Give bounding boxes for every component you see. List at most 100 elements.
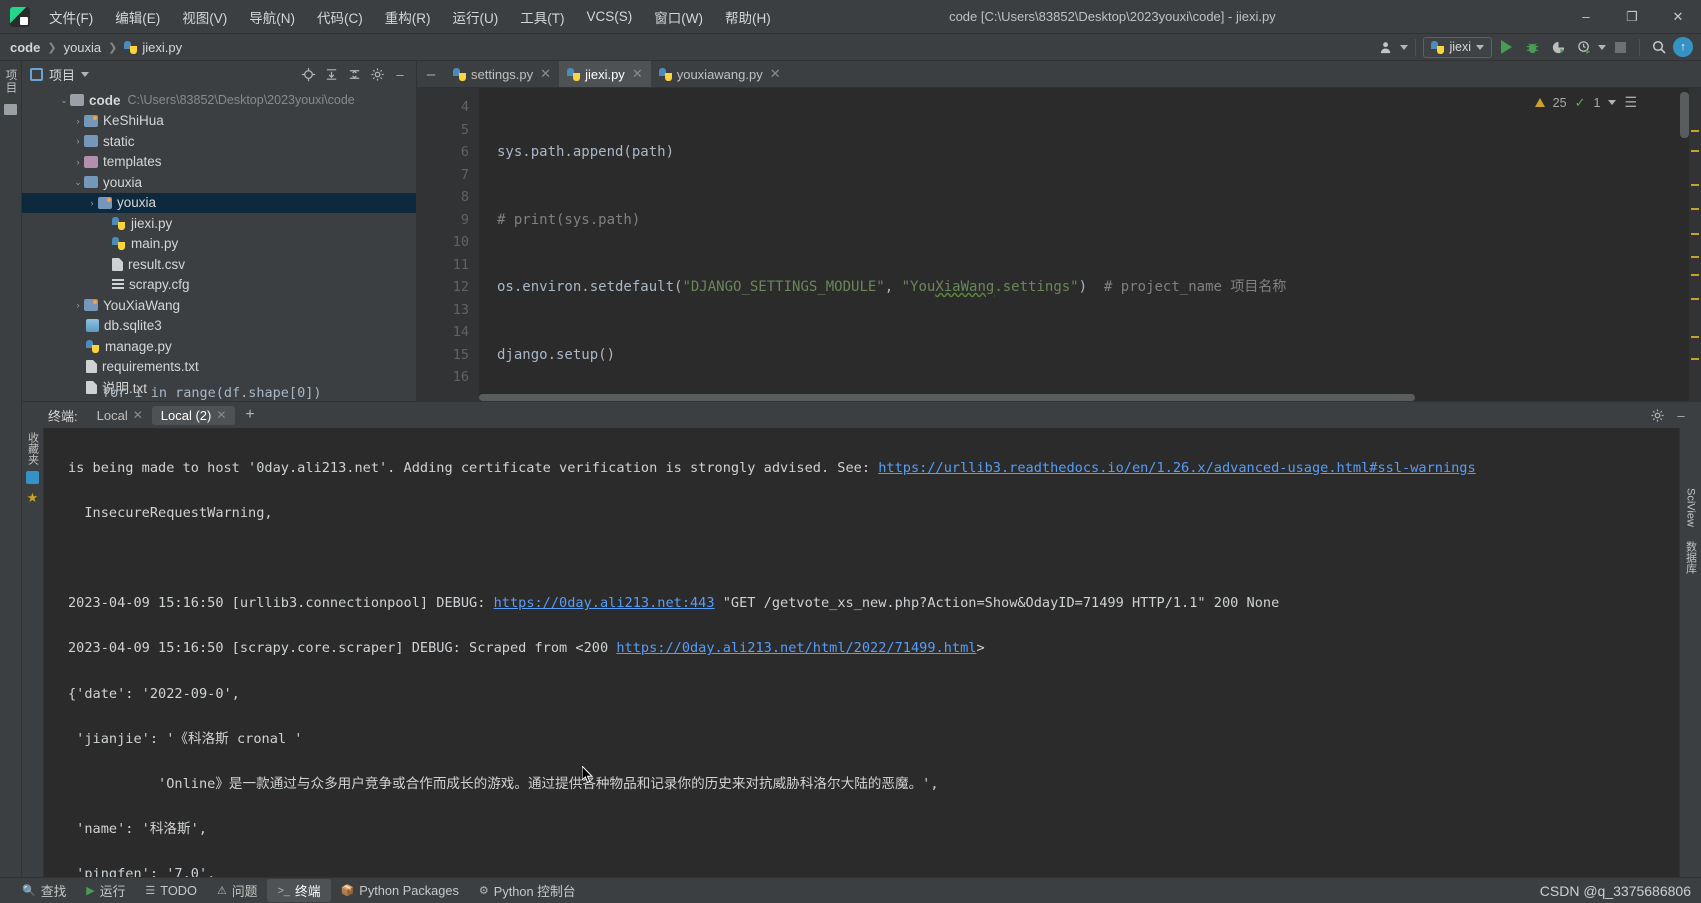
tab-youxiawang-py[interactable]: youxiawang.py ✕ [651, 61, 789, 87]
project-panel: 项目 – ⌄ code C:\Users\83852\Desktop\2023y… [22, 61, 417, 401]
tree-node-youxiawang[interactable]: › YouXiaWang [22, 295, 416, 316]
stop-button[interactable] [1608, 36, 1632, 58]
debug-button[interactable] [1520, 36, 1544, 58]
profile-chevron-down-icon[interactable] [1598, 44, 1606, 50]
run-with-coverage-button[interactable] [1546, 36, 1570, 58]
strip-database-label[interactable]: 数据库 [1683, 541, 1699, 574]
tree-node-youxia[interactable]: ⌄ youxia [22, 172, 416, 193]
database-file-icon [86, 319, 99, 333]
code-area[interactable]: 25 ✓ 1 ☰ 4 5 6 7 8 9 10 11 12 13 14 15 1… [417, 88, 1701, 401]
tree-node-requirements-txt[interactable]: requirements.txt [22, 357, 416, 378]
editor-marker-bar[interactable] [1689, 88, 1701, 401]
tree-node-manage-py[interactable]: manage.py [22, 336, 416, 357]
tree-node-youxia-inner[interactable]: › youxia [22, 192, 416, 213]
strip-structure-icon[interactable] [26, 471, 39, 484]
close-button[interactable]: ✕ [1655, 0, 1701, 34]
close-tab-icon[interactable]: ✕ [770, 66, 781, 82]
status-todo[interactable]: ☰ TODO [135, 881, 207, 900]
status-python-packages[interactable]: 📦 Python Packages [331, 881, 469, 900]
settings-gear-icon[interactable] [367, 65, 387, 85]
maximize-button[interactable]: ❐ [1609, 0, 1655, 34]
collapse-editor-icon[interactable]: – [417, 61, 445, 87]
tree-node-code[interactable]: ⌄ code C:\Users\83852\Desktop\2023youxi\… [22, 90, 416, 111]
star-icon[interactable]: ★ [27, 490, 39, 506]
gear-icon[interactable] [1647, 405, 1667, 425]
chevron-right-icon[interactable]: › [72, 116, 84, 126]
tree-node-db-sqlite3[interactable]: db.sqlite3 [22, 316, 416, 337]
breadcrumb-root[interactable]: code [10, 40, 40, 55]
menu-run[interactable]: 运行(U) [442, 3, 510, 31]
inspection-settings-icon[interactable]: ☰ [1624, 94, 1637, 111]
menu-tools[interactable]: 工具(T) [509, 3, 575, 31]
menu-file[interactable]: 文件(F) [38, 3, 104, 31]
scrollbar-thumb[interactable] [1680, 92, 1689, 138]
terminal-link[interactable]: https://urllib3.readthedocs.io/en/1.26.x… [878, 460, 1475, 476]
terminal-output[interactable]: is being made to host '0day.ali213.net'.… [44, 428, 1679, 877]
profile-button[interactable] [1572, 36, 1596, 58]
code-text[interactable]: sys.path.append(path) # print(sys.path) … [479, 88, 1701, 401]
minimize-button[interactable]: – [1563, 0, 1609, 34]
chevron-right-icon[interactable]: › [72, 157, 84, 167]
menu-navigate[interactable]: 导航(N) [238, 3, 306, 31]
chevron-down-icon[interactable]: ⌄ [72, 177, 84, 188]
hide-panel-icon[interactable]: – [390, 65, 410, 85]
status-python-console[interactable]: ⚙ Python 控制台 [469, 879, 586, 902]
search-everywhere-button[interactable] [1647, 36, 1671, 58]
editor-horizontal-scrollbar[interactable] [479, 394, 1679, 401]
collapse-all-icon[interactable] [344, 65, 364, 85]
editor-vertical-scrollbar[interactable] [1680, 88, 1689, 401]
tree-node-jiexi-py[interactable]: jiexi.py [22, 213, 416, 234]
terminal-icon: >_ [277, 884, 290, 897]
status-terminal[interactable]: >_ 终端 [267, 879, 331, 902]
tab-settings-py[interactable]: settings.py ✕ [445, 61, 559, 87]
project-chevron-down-icon[interactable] [81, 72, 90, 77]
chevron-right-icon[interactable]: › [72, 136, 84, 146]
status-run[interactable]: ▶ 运行 [76, 879, 135, 902]
tree-node-main-py[interactable]: main.py [22, 234, 416, 255]
chevron-right-icon[interactable]: › [86, 198, 98, 208]
pycharm-window: 文件(F) 编辑(E) 视图(V) 导航(N) 代码(C) 重构(R) 运行(U… [0, 0, 1701, 903]
chevron-right-icon[interactable]: › [72, 300, 84, 310]
close-terminal-tab-icon[interactable]: ✕ [133, 408, 143, 422]
tree-node-scrapy-cfg[interactable]: scrapy.cfg [22, 275, 416, 296]
tree-node-result-csv[interactable]: result.csv [22, 254, 416, 275]
strip-favorites-label[interactable]: 收藏夹 [25, 432, 41, 465]
strip-folder-icon[interactable] [4, 104, 17, 115]
account-chevron-down-icon[interactable] [1400, 44, 1409, 50]
terminal-link[interactable]: https://0day.ali213.net/html/2022/71499.… [616, 640, 976, 656]
new-terminal-tab-button[interactable]: + [235, 406, 264, 424]
run-button[interactable] [1494, 36, 1518, 58]
user-account-button[interactable] [1374, 36, 1398, 58]
terminal-tab-local[interactable]: Local ✕ [88, 406, 152, 425]
menu-vcs[interactable]: VCS(S) [576, 5, 644, 28]
tree-node-keshihua[interactable]: › KeShiHua [22, 111, 416, 132]
scrollbar-thumb-h[interactable] [479, 394, 1415, 401]
update-project-button[interactable]: ↑ [1673, 37, 1693, 57]
tree-node-templates[interactable]: › templates [22, 152, 416, 173]
status-search[interactable]: 🔍 查找 [12, 879, 76, 902]
menu-edit[interactable]: 编辑(E) [104, 3, 171, 31]
locate-icon[interactable] [298, 65, 318, 85]
close-tab-icon[interactable]: ✕ [632, 66, 643, 82]
tree-node-static[interactable]: › static [22, 131, 416, 152]
inspection-chevron-down-icon[interactable] [1608, 100, 1617, 105]
strip-project-label[interactable]: 项目 [3, 69, 19, 94]
close-terminal-tab-icon[interactable]: ✕ [216, 408, 226, 422]
terminal-link[interactable]: https://0day.ali213.net:443 [494, 595, 715, 611]
folder-icon [84, 135, 98, 148]
menu-code[interactable]: 代码(C) [306, 3, 374, 31]
breadcrumb-file[interactable]: jiexi.py [142, 40, 182, 55]
terminal-tab-local-2[interactable]: Local (2) ✕ [151, 405, 236, 425]
menu-view[interactable]: 视图(V) [171, 3, 238, 31]
minimize-icon[interactable]: – [1671, 405, 1691, 425]
strip-sciview-label[interactable]: SciView [1685, 488, 1697, 527]
menu-refactor[interactable]: 重构(R) [374, 3, 442, 31]
status-problems[interactable]: ⚠ 问题 [207, 879, 267, 902]
tab-jiexi-py[interactable]: jiexi.py ✕ [559, 61, 651, 87]
chevron-down-icon[interactable]: ⌄ [58, 95, 70, 106]
close-tab-icon[interactable]: ✕ [540, 66, 551, 82]
expand-all-icon[interactable] [321, 65, 341, 85]
inspection-widget[interactable]: 25 ✓ 1 ☰ [1534, 94, 1637, 111]
run-configuration-selector[interactable]: jiexi [1423, 36, 1492, 58]
breadcrumb-folder[interactable]: youxia [64, 40, 102, 55]
